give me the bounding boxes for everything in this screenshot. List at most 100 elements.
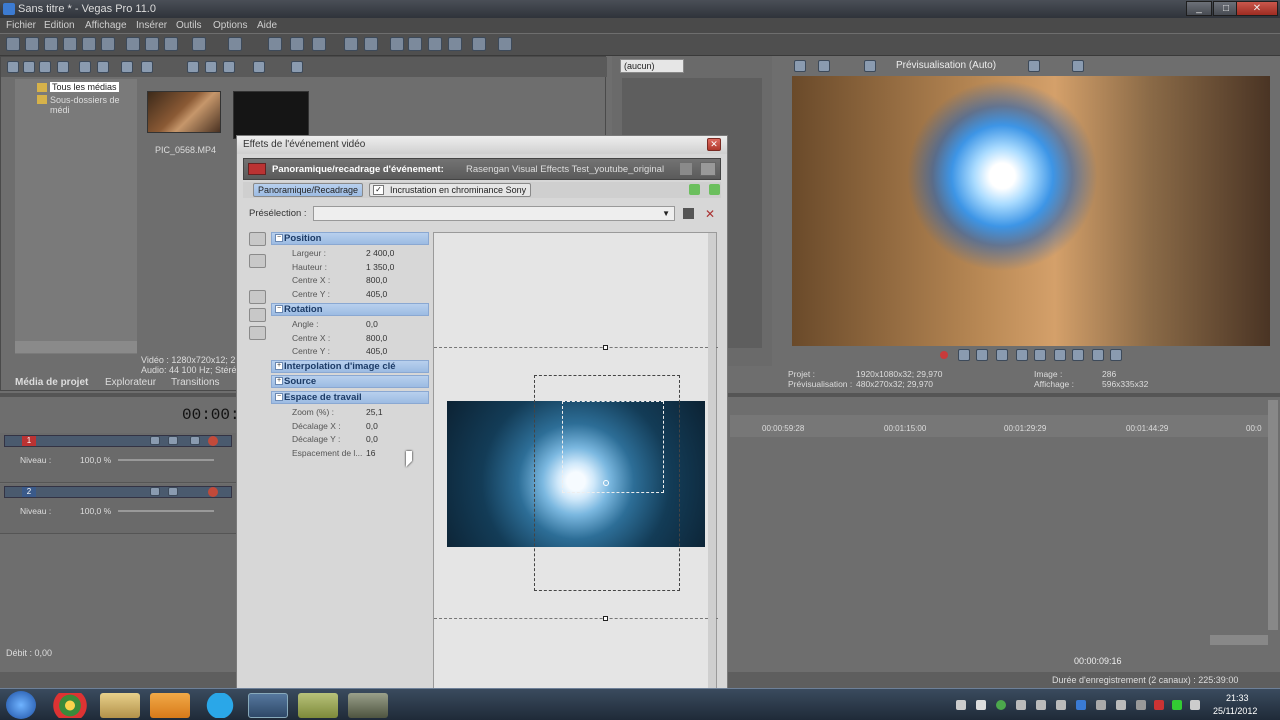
minimize-button[interactable]: _ — [1186, 1, 1212, 16]
zoom-in-icon[interactable] — [249, 272, 266, 286]
frame-handle-bottom[interactable] — [603, 616, 608, 621]
normal-edit-tool-icon[interactable] — [249, 232, 266, 246]
open-icon[interactable] — [25, 37, 39, 51]
stop-icon[interactable] — [1034, 349, 1046, 361]
pause-icon[interactable] — [205, 61, 217, 73]
dialog-close-button[interactable]: ✕ — [707, 138, 721, 151]
loop-icon[interactable] — [958, 349, 970, 361]
tray-icon[interactable] — [1116, 700, 1126, 710]
section-2[interactable]: + Interpolation d'image clé — [271, 359, 429, 373]
track-fx-icon[interactable] — [208, 487, 218, 497]
solo-icon[interactable] — [168, 487, 178, 496]
tab-media-de-projet[interactable]: Média de projet — [15, 377, 88, 388]
help-icon[interactable] — [472, 37, 486, 51]
tree-scrollbar[interactable] — [15, 341, 137, 353]
center-point[interactable] — [603, 480, 609, 486]
expand-icon[interactable]: + — [275, 376, 283, 385]
section-3[interactable]: + Source — [271, 374, 429, 388]
pause-icon[interactable] — [1016, 349, 1028, 361]
tool-app-icon[interactable] — [348, 693, 388, 718]
close-button[interactable]: ✕ — [1236, 1, 1278, 16]
autoripple-icon[interactable] — [364, 37, 378, 51]
folder-app-icon[interactable] — [298, 693, 338, 718]
menu-affichage[interactable]: Affichage — [85, 20, 127, 31]
canvas-scrollbar[interactable] — [708, 233, 716, 691]
tree-subfolders[interactable]: Sous-dossiers de médi — [50, 95, 137, 115]
cut-icon[interactable] — [126, 37, 140, 51]
new-project-icon[interactable] — [6, 37, 20, 51]
property-value[interactable]: 0,0 — [366, 434, 378, 444]
property-row[interactable]: Décalage Y : 0,0 — [271, 433, 429, 446]
property-row[interactable]: Largeur : 2 400,0 — [271, 247, 429, 260]
search-icon[interactable] — [97, 61, 109, 73]
select-tool-icon[interactable] — [249, 254, 266, 268]
external-monitor-icon[interactable] — [818, 60, 830, 72]
property-row[interactable]: Centre Y : 405,0 — [271, 288, 429, 301]
mute-icon[interactable] — [150, 487, 160, 496]
menu-aide[interactable]: Aide — [257, 20, 277, 31]
preview-quality-dropdown[interactable]: Prévisualisation (Auto) — [896, 60, 996, 71]
stop-icon[interactable] — [141, 61, 153, 73]
zoom-icon[interactable] — [291, 61, 303, 73]
network-icon[interactable] — [996, 700, 1006, 710]
render-icon[interactable] — [82, 37, 96, 51]
record-icon[interactable] — [940, 351, 948, 359]
tray-icon[interactable] — [1154, 700, 1164, 710]
whats-this-icon[interactable] — [498, 37, 512, 51]
add-fx-icon[interactable] — [689, 184, 700, 195]
media-thumbnail-black[interactable] — [233, 91, 309, 139]
tray-icon[interactable] — [1076, 700, 1086, 710]
start-button[interactable] — [6, 691, 36, 719]
remove-fx-icon[interactable] — [709, 184, 720, 195]
copy-icon[interactable] — [145, 37, 159, 51]
split-screen-icon[interactable] — [864, 60, 876, 72]
section-0[interactable]: − Position — [271, 232, 429, 245]
snap-icon[interactable] — [344, 37, 358, 51]
properties-icon[interactable] — [101, 37, 115, 51]
tray-icon[interactable] — [1036, 700, 1046, 710]
tray-icon[interactable] — [956, 700, 966, 710]
capture-icon[interactable] — [23, 61, 35, 73]
track-2-header[interactable]: 2 Niveau : 100,0 % — [0, 484, 236, 534]
crossfade-icon[interactable] — [428, 37, 442, 51]
solo-icon[interactable] — [168, 436, 178, 445]
paste-icon[interactable] — [164, 37, 178, 51]
zoom-out-icon[interactable] — [249, 290, 266, 304]
menu-inserer[interactable]: Insérer — [136, 20, 167, 31]
chain-chroma-key[interactable]: ✓ Incrustation en chrominance Sony — [369, 183, 532, 197]
tray-icon[interactable] — [1190, 700, 1200, 710]
property-row[interactable]: Centre X : 800,0 — [271, 332, 429, 345]
go-to-start-icon[interactable] — [1054, 349, 1066, 361]
collapse-icon[interactable]: − — [275, 392, 283, 401]
import-media-icon[interactable] — [7, 61, 19, 73]
property-row[interactable]: Angle : 0,0 — [271, 318, 429, 331]
preview-properties-icon[interactable] — [794, 60, 806, 72]
frame-handle-top[interactable] — [603, 345, 608, 350]
section-1[interactable]: − Rotation — [271, 302, 429, 316]
redo-icon[interactable] — [228, 37, 242, 51]
timeline-vscrollbar[interactable] — [1268, 400, 1278, 630]
prev-frame-icon[interactable] — [1092, 349, 1104, 361]
vegas-taskbar-icon[interactable] — [248, 693, 288, 718]
tray-icon[interactable] — [1016, 700, 1026, 710]
track-fx-icon[interactable] — [208, 436, 218, 446]
property-value[interactable]: 800,0 — [366, 275, 387, 285]
save-preset-icon[interactable] — [683, 208, 694, 219]
delete-preset-icon[interactable]: ✕ — [705, 207, 715, 221]
play-icon[interactable] — [996, 349, 1008, 361]
save-icon[interactable] — [44, 37, 58, 51]
show-properties-icon[interactable] — [249, 308, 266, 322]
property-value[interactable]: 800,0 — [366, 333, 387, 343]
go-to-end-icon[interactable] — [1072, 349, 1084, 361]
auto-preview-icon[interactable] — [223, 61, 235, 73]
chain-pan-crop[interactable]: Panoramique/Recadrage — [253, 183, 364, 197]
tray-icon[interactable] — [1056, 700, 1066, 710]
track-2-level-slider[interactable] — [118, 510, 214, 512]
track-1-level-slider[interactable] — [118, 459, 214, 461]
mute-icon[interactable] — [150, 436, 160, 445]
cursor-tool-icon[interactable] — [268, 37, 282, 51]
chrome-icon[interactable] — [50, 693, 90, 718]
fx-bypass-icon[interactable] — [700, 162, 716, 176]
property-row[interactable]: Zoom (%) : 25,1 — [271, 406, 429, 419]
timeline-ruler[interactable]: 00:00:59:28 00:01:15:00 00:01:29:29 00:0… — [730, 415, 1268, 437]
